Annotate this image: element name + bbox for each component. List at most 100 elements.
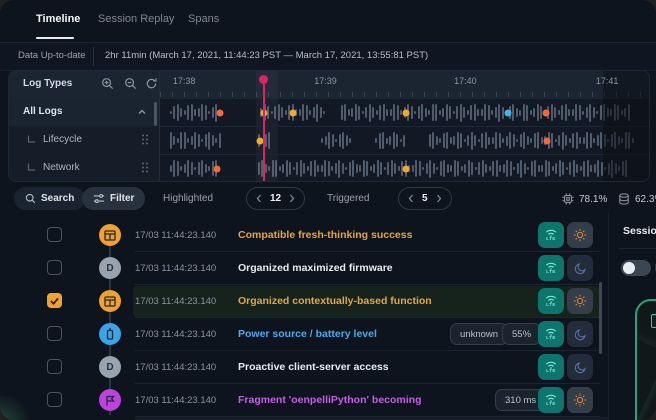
search-icon bbox=[25, 193, 36, 204]
timeline-panel: 17:3817:3917:4017:41 Log Types All Logs bbox=[8, 70, 650, 182]
log-message: Compatible fresh-thinking success bbox=[238, 229, 412, 241]
battery-level-badge: 55% bbox=[502, 323, 541, 345]
row-checkbox-checked[interactable] bbox=[47, 293, 62, 308]
moon-icon bbox=[574, 262, 587, 275]
sun-icon bbox=[573, 228, 587, 242]
track-row-lifecycle[interactable]: Lifecycle bbox=[9, 126, 159, 155]
timeline-scrollbar[interactable] bbox=[154, 102, 157, 126]
log-timestamp: 17/03 11:44:23.140 bbox=[135, 395, 216, 406]
log-row[interactable]: D 17/03 11:44:23.140 Proactive client-se… bbox=[0, 351, 608, 384]
tree-branch-icon bbox=[27, 163, 36, 175]
chevron-left-icon[interactable] bbox=[256, 194, 262, 203]
waveform-network[interactable] bbox=[160, 154, 649, 182]
highlighted-label: Highlighted bbox=[163, 193, 213, 204]
chevron-left-icon[interactable] bbox=[408, 194, 414, 203]
time-tick-label: 17:41 bbox=[596, 76, 619, 86]
drag-handle-icon[interactable] bbox=[141, 133, 149, 149]
time-tick-label: 17:39 bbox=[314, 76, 337, 86]
log-message: Proactive client-server access bbox=[238, 361, 389, 373]
flag-icon bbox=[99, 389, 121, 411]
log-timestamp: 17/03 11:44:23.140 bbox=[135, 263, 216, 274]
row-checkbox[interactable] bbox=[47, 260, 62, 275]
track-row-all-logs[interactable]: All Logs bbox=[9, 98, 159, 127]
zoom-in-icon[interactable] bbox=[101, 77, 115, 91]
log-timestamp: 17/03 11:44:23.140 bbox=[135, 362, 216, 373]
moon-icon bbox=[574, 328, 587, 341]
reset-zoom-icon[interactable] bbox=[145, 77, 159, 91]
lte-label: LTE bbox=[546, 402, 556, 406]
row-checkbox[interactable] bbox=[47, 326, 62, 341]
light-mode-button[interactable] bbox=[567, 288, 593, 314]
power-source-badge: unknown bbox=[450, 323, 508, 345]
log-row[interactable]: D 17/03 11:44:23.140 Organized maximized… bbox=[0, 252, 608, 285]
light-mode-button[interactable] bbox=[567, 222, 593, 248]
filter-label: Filter bbox=[110, 193, 134, 204]
playhead-line[interactable] bbox=[263, 76, 265, 181]
list-scrollbar[interactable] bbox=[599, 282, 602, 354]
cpu-meter: 78.1% bbox=[562, 193, 607, 205]
log-types-title: Log Types bbox=[23, 78, 72, 89]
chevron-right-icon[interactable] bbox=[289, 194, 295, 203]
row-checkbox[interactable] bbox=[47, 392, 62, 407]
zoom-out-icon[interactable] bbox=[124, 77, 138, 91]
sun-icon bbox=[573, 294, 587, 308]
session-toggle[interactable] bbox=[621, 260, 651, 276]
chevron-up-icon[interactable] bbox=[137, 107, 147, 120]
network-lte-button[interactable]: LTE bbox=[538, 387, 564, 413]
log-row[interactable]: 17/03 11:44:23.140 Compatible fresh-thin… bbox=[0, 219, 608, 252]
waveform-all-logs[interactable] bbox=[160, 98, 649, 126]
device-preview-frame[interactable] bbox=[635, 299, 656, 420]
row-checkbox[interactable] bbox=[47, 227, 62, 242]
screenshot-stage: Timeline Session Replay Spans Data Up-to… bbox=[0, 0, 656, 420]
log-message: Organized contextually-based function bbox=[238, 295, 432, 307]
toggle-knob bbox=[623, 262, 635, 274]
dark-mode-button[interactable] bbox=[567, 354, 593, 380]
filter-button[interactable]: Filter bbox=[82, 187, 145, 210]
device-map-marker bbox=[651, 314, 656, 328]
search-button[interactable]: Search bbox=[14, 187, 85, 210]
out-of-range-overlay bbox=[603, 71, 649, 181]
light-mode-button[interactable] bbox=[567, 387, 593, 413]
battery-icon bbox=[99, 323, 121, 345]
active-tab-underline bbox=[36, 37, 74, 39]
network-lte-button[interactable]: LTE bbox=[538, 288, 564, 314]
triggered-stepper[interactable]: 5 bbox=[398, 187, 452, 210]
log-types-column: Log Types All Logs Lifecycle bbox=[9, 71, 160, 181]
waveform-area[interactable]: 17:3817:3917:4017:41 bbox=[160, 71, 649, 181]
log-row[interactable]: 17/03 11:44:23.140 Fragment 'oenpelliPyt… bbox=[0, 384, 608, 417]
highlighted-stepper[interactable]: 12 bbox=[246, 187, 305, 210]
log-message: Fragment 'oenpelliPython' becoming bbox=[238, 394, 422, 406]
network-lte-button[interactable]: LTE bbox=[538, 222, 564, 248]
tab-spans[interactable]: Spans bbox=[188, 13, 219, 25]
track-row-network[interactable]: Network bbox=[9, 154, 159, 181]
network-lte-button[interactable]: LTE bbox=[538, 255, 564, 281]
log-row[interactable]: 17/03 11:44:23.140 Power source / batter… bbox=[0, 318, 608, 351]
chevron-right-icon[interactable] bbox=[436, 194, 442, 203]
log-message: Organized maximized firmware bbox=[238, 262, 393, 274]
breadcrumb-view-icon bbox=[99, 290, 121, 312]
cpu-value: 78.1% bbox=[579, 194, 607, 205]
lte-label: LTE bbox=[546, 369, 556, 373]
divider bbox=[619, 248, 656, 249]
filter-sliders-icon bbox=[93, 193, 105, 204]
row-checkbox[interactable] bbox=[47, 359, 62, 374]
session-side-panel: Session Da bbox=[608, 213, 656, 420]
waveform-lifecycle[interactable] bbox=[160, 126, 649, 154]
tab-session-replay[interactable]: Session Replay bbox=[98, 13, 174, 25]
log-timestamp: 17/03 11:44:23.140 bbox=[135, 329, 216, 340]
dark-mode-button[interactable] bbox=[567, 321, 593, 347]
drag-handle-icon[interactable] bbox=[141, 161, 149, 177]
session-panel-title: Session bbox=[623, 225, 656, 237]
network-lte-button[interactable]: LTE bbox=[538, 354, 564, 380]
time-ruler-ticks bbox=[160, 92, 649, 97]
dark-mode-button[interactable] bbox=[567, 255, 593, 281]
network-lte-button[interactable]: LTE bbox=[538, 321, 564, 347]
info-bar: Data Up-to-date 2hr 11min (March 17, 202… bbox=[0, 42, 656, 71]
log-row-highlighted[interactable]: 17/03 11:44:23.140 Organized contextuall… bbox=[0, 285, 608, 318]
memory-meter: 62.3% bbox=[618, 193, 656, 205]
lte-label: LTE bbox=[546, 303, 556, 307]
sun-icon bbox=[573, 393, 587, 407]
lte-label: LTE bbox=[546, 237, 556, 241]
database-icon bbox=[618, 193, 630, 205]
tab-timeline[interactable]: Timeline bbox=[36, 13, 80, 25]
